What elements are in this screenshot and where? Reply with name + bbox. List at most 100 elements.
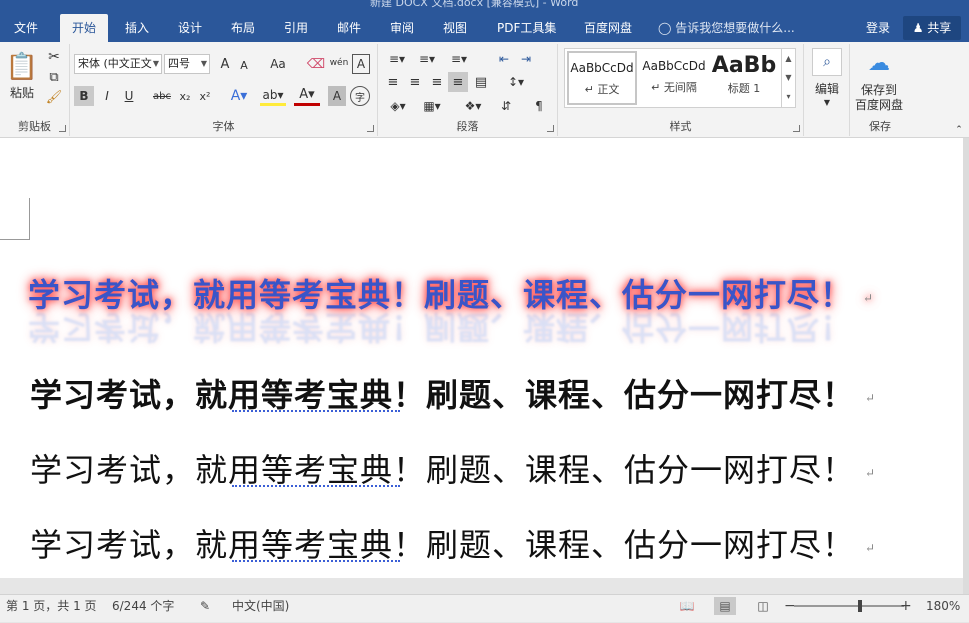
save-to-label-2[interactable]: 百度网盘 (850, 97, 908, 112)
font-launcher[interactable] (367, 125, 374, 132)
borders-icon[interactable]: ▦▾ (418, 96, 446, 116)
spellcheck-underline (232, 483, 400, 487)
tab-mailings[interactable]: 邮件 (325, 14, 373, 42)
style-name: ↵ 无间隔 (651, 81, 697, 94)
paste-button[interactable]: 粘贴 (4, 84, 40, 100)
page-count[interactable]: 第 1 页，共 1 页 (6, 595, 97, 623)
zoom-level[interactable]: 180% (926, 595, 960, 623)
editing-button[interactable]: 编辑 (806, 80, 848, 96)
underline-button[interactable]: U (120, 86, 138, 106)
proofing-icon[interactable]: ✎ (200, 595, 210, 623)
tell-me-box[interactable]: ◯ 告诉我您想要做什么... (658, 14, 795, 42)
language-indicator[interactable]: 中文(中国) (232, 595, 289, 623)
chevron-down-icon: ▼ (152, 59, 159, 68)
zoom-slider[interactable] (794, 600, 904, 612)
italic-button[interactable]: I (98, 86, 116, 106)
effect-text-line[interactable]: 学习考试，就用等考宝典！刷题、课程、估分一网打尽！ ↵ (28, 270, 874, 316)
clear-formatting-icon[interactable]: ⌫ (306, 54, 326, 74)
font-group-label: 字体 (212, 120, 235, 133)
subscript-button[interactable]: x₂ (176, 86, 194, 106)
align-center-icon[interactable]: ≡ (406, 72, 424, 92)
multilevel-list-icon[interactable]: ≡▾ (444, 50, 474, 68)
window-title: 新建 DOCX 文档.docx [兼容模式] - Word (370, 0, 579, 9)
text-line-bold[interactable]: 学习考试，就用等考宝典！刷题、课程、估分一网打尽！ ↵ (30, 370, 876, 416)
web-layout-icon[interactable]: ◫ (752, 597, 774, 615)
style-heading-1[interactable]: AaBb 标题 1 (711, 51, 777, 105)
clipboard-launcher[interactable] (59, 125, 66, 132)
phonetic-guide-button[interactable]: wén (328, 52, 350, 74)
save-to-label-1[interactable]: 保存到 (850, 82, 908, 97)
zoom-slider-thumb[interactable] (857, 600, 862, 612)
decrease-indent-icon[interactable]: ⇤ (494, 50, 514, 68)
show-marks-icon[interactable]: ¶ (530, 96, 548, 116)
zoom-out-button[interactable]: − (784, 595, 796, 623)
paste-icon[interactable]: 📋 (6, 50, 38, 84)
tab-insert[interactable]: 插入 (113, 14, 161, 42)
tab-pdf-tools[interactable]: PDF工具集 (485, 14, 568, 42)
tab-review[interactable]: 审阅 (378, 14, 426, 42)
paragraph-mark: ↵ (863, 290, 875, 305)
copy-icon[interactable]: ⧉ (44, 68, 64, 86)
paragraph-mark: ↵ (865, 390, 877, 405)
styles-gallery: AaBbCcDd ↵ 正文 AaBbCcDd ↵ 无间隔 AaBb 标题 1 ▲… (564, 48, 796, 108)
grow-font-button[interactable]: A (216, 54, 234, 74)
format-painter-icon[interactable]: 🖌 (44, 88, 64, 106)
shrink-font-button[interactable]: A (236, 56, 252, 74)
style-no-spacing[interactable]: AaBbCcDd ↵ 无间隔 (639, 51, 709, 105)
tab-design[interactable]: 设计 (166, 14, 214, 42)
strikethrough-button[interactable]: abc (150, 86, 174, 106)
bullets-icon[interactable]: ≡▾ (384, 50, 410, 68)
character-shading-icon[interactable]: A (328, 86, 346, 106)
font-color-icon[interactable]: A▾ (294, 86, 320, 106)
style-name: ↵ 正文 (584, 83, 620, 96)
bold-button[interactable]: B (74, 86, 94, 106)
document-page[interactable]: 学习考试，就用等考宝典！刷题、课程、估分一网打尽！ 学习考试，就用等考宝典！刷题… (0, 138, 963, 578)
enclose-characters-icon[interactable]: 字 (350, 86, 370, 106)
find-icon[interactable]: ⌕ (812, 48, 842, 76)
align-left-icon[interactable]: ≡ (384, 72, 402, 92)
text-line-regular-2[interactable]: 学习考试，就用等考宝典！刷题、课程、估分一网打尽！ ↵ (30, 520, 876, 566)
tab-layout[interactable]: 布局 (219, 14, 267, 42)
font-name-combo[interactable]: 宋体 (中文正文 ▼ (74, 54, 162, 74)
distributed-icon[interactable]: ▤ (472, 72, 490, 92)
paragraph-launcher[interactable] (547, 125, 554, 132)
chinese-layout-icon[interactable]: ❖▾ (458, 96, 488, 116)
ribbon-tabs: 文件 开始 插入 设计 布局 引用 邮件 审阅 视图 PDF工具集 百度网盘 ◯… (0, 14, 969, 42)
tell-me-text: 告诉我您想要做什么... (675, 21, 795, 35)
vertical-scrollbar[interactable] (963, 138, 969, 594)
print-layout-icon[interactable]: ▤ (714, 597, 736, 615)
zoom-in-button[interactable]: + (900, 595, 912, 623)
tab-baidu-netdisk[interactable]: 百度网盘 (572, 14, 644, 42)
share-button[interactable]: ♟ 共享 (903, 16, 961, 40)
change-case-button[interactable]: Aa (264, 54, 292, 74)
margin-corner-mark (0, 198, 30, 240)
text-line-regular-1[interactable]: 学习考试，就用等考宝典！刷题、课程、估分一网打尽！ ↵ (30, 445, 876, 491)
login-link[interactable]: 登录 (866, 14, 890, 42)
highlight-color-icon[interactable]: ab▾ (260, 86, 286, 106)
tab-references[interactable]: 引用 (272, 14, 320, 42)
tab-view[interactable]: 视图 (431, 14, 479, 42)
superscript-button[interactable]: x² (196, 86, 214, 106)
increase-indent-icon[interactable]: ⇥ (516, 50, 536, 68)
cut-icon[interactable]: ✂ (44, 48, 64, 66)
line-spacing-icon[interactable]: ↕▾ (502, 72, 530, 92)
tab-home[interactable]: 开始 (60, 14, 109, 42)
character-border-icon[interactable]: A (352, 54, 370, 74)
justify-icon[interactable]: ≡ (448, 72, 468, 92)
font-size-combo[interactable]: 四号 ▼ (164, 54, 210, 74)
numbering-icon[interactable]: ≡▾ (414, 50, 440, 68)
text-effects-icon[interactable]: A▾ (226, 86, 252, 106)
tab-file[interactable]: 文件 (2, 14, 50, 42)
styles-launcher[interactable] (793, 125, 800, 132)
style-normal[interactable]: AaBbCcDd ↵ 正文 (567, 51, 637, 105)
word-count[interactable]: 6/244 个字 (112, 595, 174, 623)
paragraph-mark: ↵ (865, 540, 877, 555)
sort-icon[interactable]: ⇵ (496, 96, 516, 116)
save-group: ☁ 保存到 百度网盘 保存 (850, 44, 910, 136)
baidu-cloud-icon[interactable]: ☁ (864, 48, 894, 78)
align-right-icon[interactable]: ≡ (428, 72, 446, 92)
styles-scroll[interactable]: ▲ ▼ ▾ (781, 49, 795, 107)
read-mode-icon[interactable]: 📖 (676, 597, 698, 615)
shading-icon[interactable]: ◈▾ (384, 96, 412, 116)
collapse-ribbon-icon[interactable]: ⌃ (952, 124, 966, 136)
